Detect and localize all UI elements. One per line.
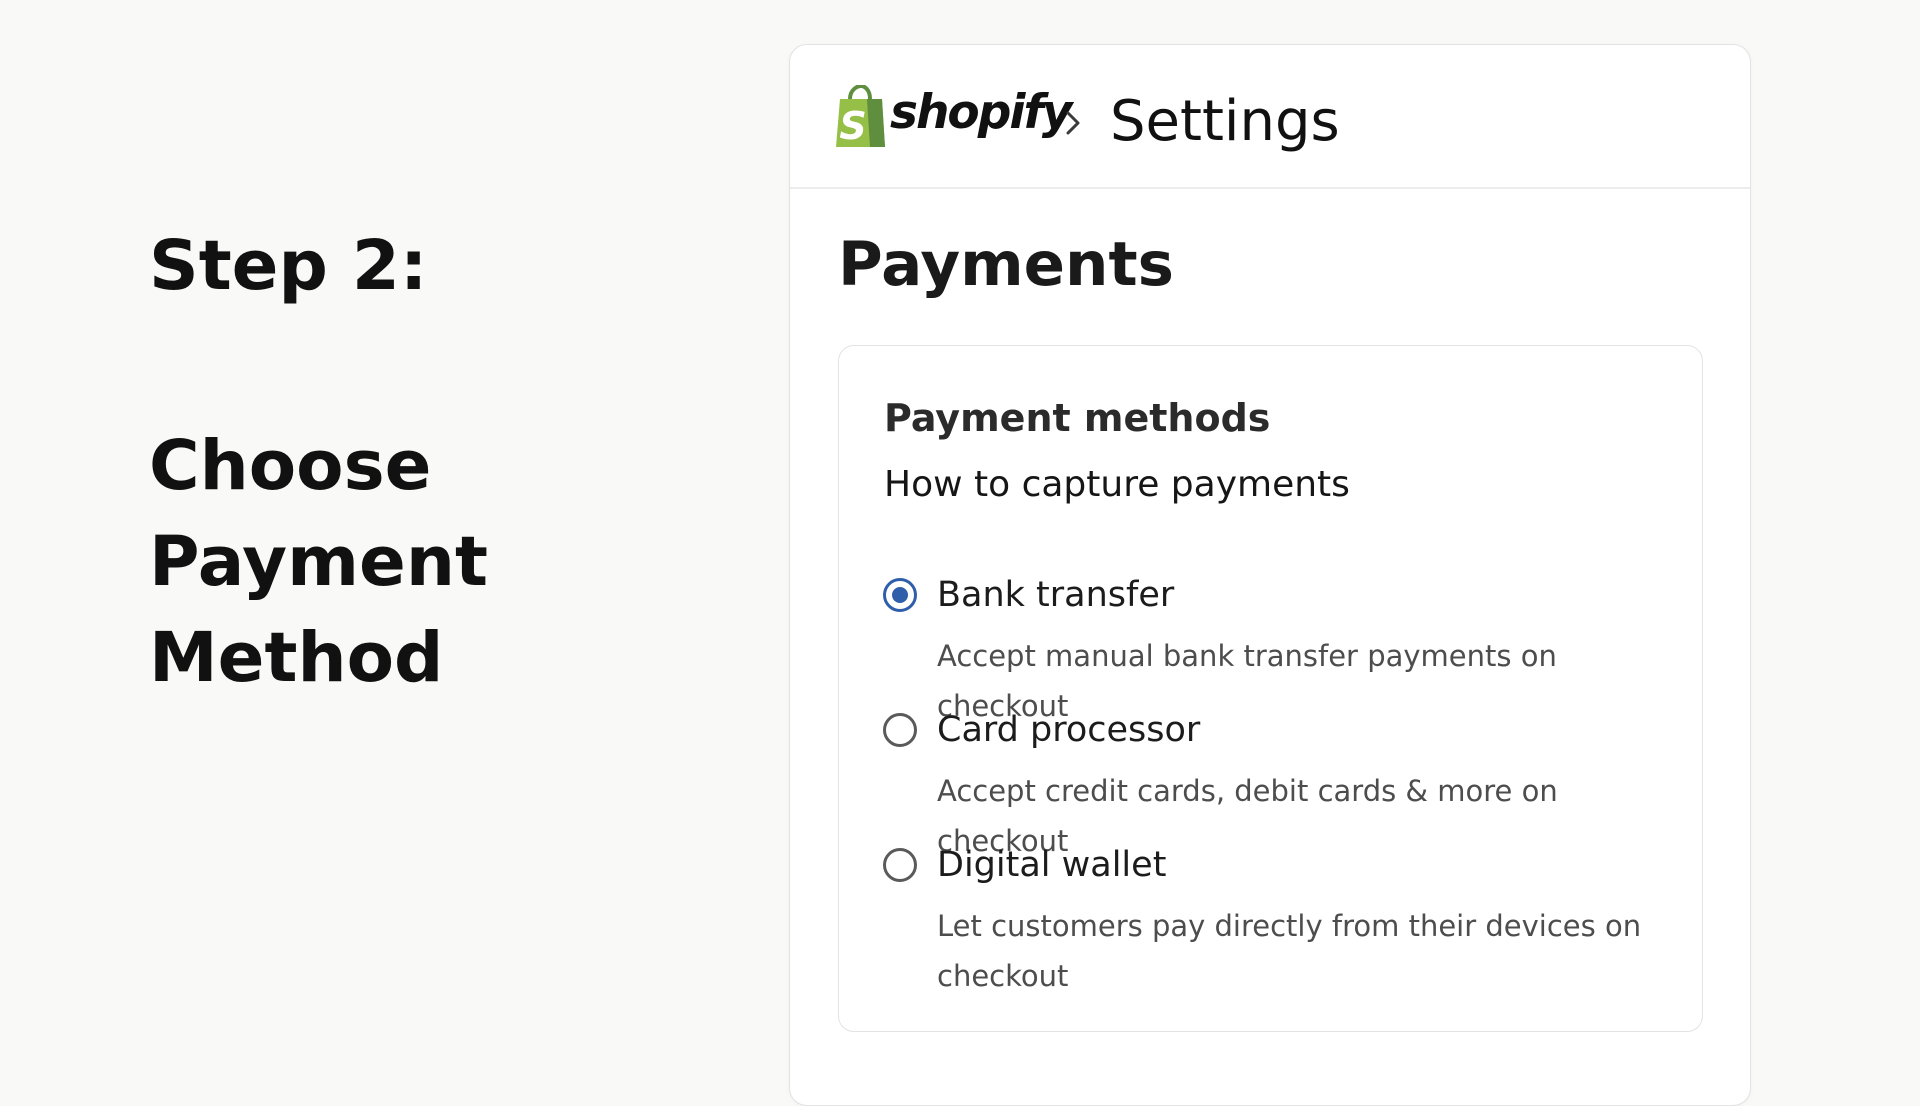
radio-bank-transfer[interactable] (883, 578, 917, 612)
page-title: Payments (838, 229, 1174, 300)
step-title: Choose Payment Method (149, 426, 488, 698)
option-label: Digital wallet (937, 845, 1167, 885)
settings-header: S shopify Settings (790, 45, 1750, 189)
option-description: Let customers pay directly from their de… (937, 909, 1642, 993)
shopify-bag-icon[interactable]: S (836, 85, 886, 149)
breadcrumb-settings[interactable]: Settings (1110, 91, 1340, 153)
card-title: Payment methods (884, 396, 1271, 440)
option-label: Bank transfer (937, 575, 1175, 615)
radio-card-processor[interactable] (883, 713, 917, 747)
radio-digital-wallet[interactable] (883, 848, 917, 882)
step-label: Step 2: (149, 226, 428, 306)
shopify-wordmark[interactable]: shopify (890, 89, 1073, 136)
svg-text:S: S (839, 104, 866, 148)
option-label: Card processor (937, 710, 1201, 750)
chevron-right-icon (1066, 111, 1080, 135)
payment-methods-card: Payment methods How to capture payments … (838, 345, 1703, 1032)
card-subtitle: How to capture payments (884, 464, 1350, 505)
settings-window: S shopify Settings Payments Payment meth… (789, 44, 1751, 1106)
